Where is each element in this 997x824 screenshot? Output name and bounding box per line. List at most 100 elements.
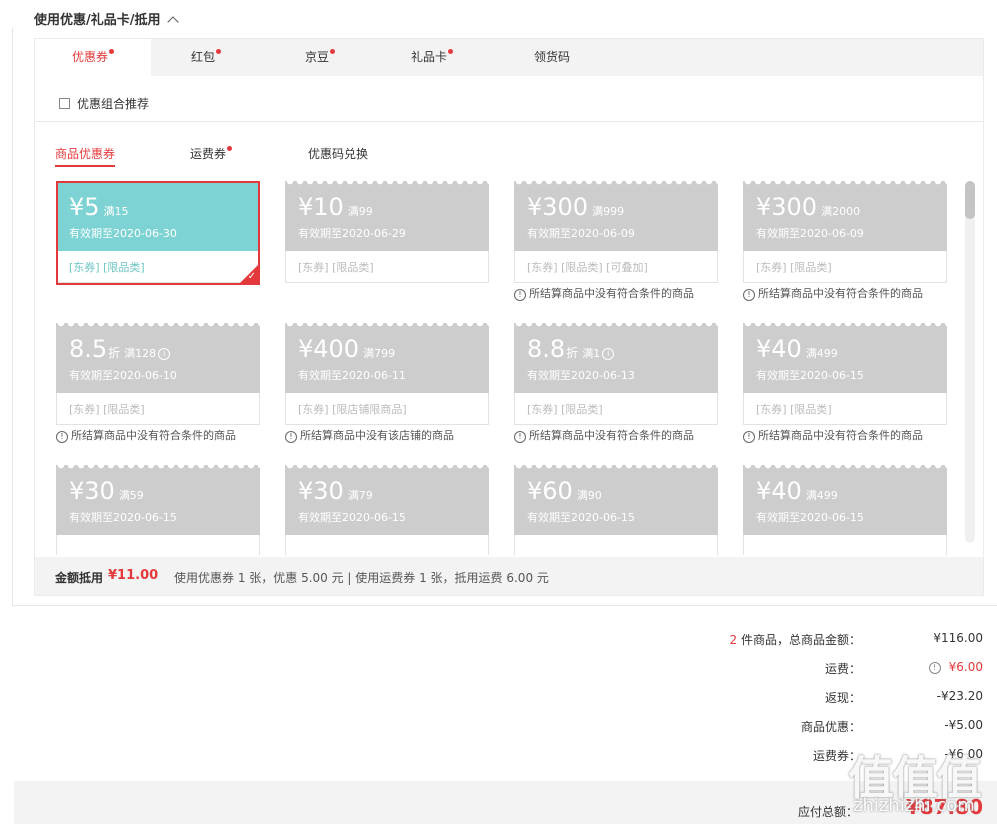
coupon-tags: [东券] [限店铺限商品] [298, 403, 407, 416]
coupon-card[interactable]: 8.8折 满1 i 有效期至2020-06-13 [东券] [限品类]! 所结算商品中没有… [514, 323, 718, 443]
coupon-card[interactable]: ¥40 满499 有效期至2020-06-15 [743, 465, 947, 555]
coupon-tags: [东券] [限品类] [可叠加] [527, 261, 648, 274]
coupon-face: ¥400 满799 有效期至2020-06-11 [285, 323, 489, 393]
chevron-up-icon[interactable] [166, 16, 179, 28]
coupon-footer: [东券] [限品类] [可叠加] [514, 251, 718, 283]
info-icon[interactable]: i [158, 348, 171, 360]
watermark: 值值值 zhizhizhi.com [848, 742, 997, 824]
warning-icon: ! [514, 289, 526, 301]
coupon-card[interactable]: ¥300 满999 有效期至2020-06-09 [东券] [限品类] [可叠加]! 所… [514, 181, 718, 301]
coupon-amount-value: ¥40 [756, 335, 802, 363]
selected-border [56, 181, 260, 285]
coupon-amount-value: ¥400 [298, 335, 360, 363]
reason-text: 所结算商品中没有符合条件的商品 [529, 287, 694, 300]
summary-desc: 使用优惠券 1 张，优惠 5.00 元 | 使用运费券 1 张，抵用运费 6.0… [174, 571, 549, 585]
coupon-tags: [东券] [限品类] [756, 261, 832, 274]
goods-label-text: 件商品，总商品金额： [740, 633, 861, 647]
coupon-validity: 有效期至2020-06-15 [298, 511, 406, 524]
coupon-threshold: 满799 [363, 347, 396, 360]
goods-count: 2 [729, 633, 738, 647]
coupon-validity: 有效期至2020-06-29 [298, 227, 406, 240]
coupon-footer [285, 535, 489, 555]
tab-label: 红包 [190, 50, 215, 64]
coupon-face: ¥300 满2000 有效期至2020-06-09 [743, 181, 947, 251]
coupon-face: ¥300 满999 有效期至2020-06-09 [514, 181, 718, 251]
tab-jingdou[interactable]: 京豆 [283, 39, 357, 76]
coupon-amount: ¥300 满999 [527, 193, 624, 221]
coupon-card[interactable]: ¥400 满799 有效期至2020-06-11 [东券] [限店铺限商品]! 所结算商… [285, 323, 489, 443]
shipping-label: 运费： [824, 662, 861, 676]
section-title[interactable]: 使用优惠/礼品卡/抵用 [34, 9, 179, 28]
section-title-text: 使用优惠/礼品卡/抵用 [34, 13, 161, 28]
coupon-face: ¥30 满79 有效期至2020-06-15 [285, 465, 489, 535]
coupon-card[interactable]: ¥30 满59 有效期至2020-06-15 [56, 465, 260, 555]
coupon-amount-value: ¥300 [756, 193, 818, 221]
coupon-face: ¥40 满499 有效期至2020-06-15 [743, 465, 947, 535]
coupon-amount: ¥30 满79 [298, 477, 373, 505]
tab-label: 京豆 [304, 50, 329, 64]
new-dot [216, 49, 221, 54]
coupon-threshold: 满999 [592, 205, 625, 218]
coupon-unavailable-reason: ! 所结算商品中没有符合条件的商品 [56, 427, 266, 443]
scrollbar[interactable] [965, 181, 975, 543]
coupon-footer [514, 535, 718, 555]
coupon-card[interactable]: 8.5折 满128 i 有效期至2020-06-10 [东券] [限品类]! 所结算商品中… [56, 323, 260, 443]
reason-text: 所结算商品中没有符合条件的商品 [758, 287, 923, 300]
coupon-amount-value: ¥60 [527, 477, 573, 505]
coupon-unavailable-reason: ! 所结算商品中没有符合条件的商品 [743, 427, 953, 443]
coupon-validity: 有效期至2020-06-15 [756, 511, 864, 524]
coupon-threshold: 满499 [805, 489, 838, 502]
coupon-card[interactable]: ¥300 满2000 有效期至2020-06-09 [东券] [限品类]! 所结算商品中… [743, 181, 947, 301]
coupon-face: 8.5折 满128 i 有效期至2020-06-10 [56, 323, 260, 393]
combo-recommend[interactable]: 优惠组合推荐 [59, 95, 149, 112]
combo-checkbox[interactable] [59, 98, 70, 109]
coupon-amount: ¥60 满90 [527, 477, 602, 505]
info-icon[interactable]: i [602, 348, 615, 360]
subtab-promo-code[interactable]: 优惠码兑换 [308, 145, 368, 162]
tab-redeem-code[interactable]: 领货码 [515, 39, 589, 76]
summary-amount: ¥11.00 [108, 568, 159, 583]
tab-coupons[interactable]: 优惠券 [35, 39, 151, 77]
coupon-card[interactable]: ¥10 满99 有效期至2020-06-29 [东券] [限品类] [285, 181, 489, 285]
coupon-card[interactable]: ¥30 满79 有效期至2020-06-15 [285, 465, 489, 555]
coupon-threshold: 满128 [124, 347, 157, 360]
coupon-validity: 有效期至2020-06-15 [69, 511, 177, 524]
coupon-card[interactable]: ¥60 满90 有效期至2020-06-15 [514, 465, 718, 555]
coupon-unavailable-reason: ! 所结算商品中没有该店铺的商品 [285, 427, 495, 443]
coupon-card[interactable]: ¥5 满15 有效期至2020-06-30 [东券] [限品类] ✓ [56, 181, 260, 285]
coupon-card[interactable]: ¥40 满499 有效期至2020-06-15 [东券] [限品类]! 所结算商品中没有… [743, 323, 947, 443]
coupon-threshold: 满1 [582, 347, 601, 360]
subtab-label: 运费券 [190, 147, 227, 161]
coupon-footer: [东券] [限品类] [743, 251, 947, 283]
discount-label: 商品优惠： [800, 720, 861, 734]
divider [12, 605, 997, 606]
subtab-label: 优惠码兑换 [308, 147, 369, 161]
shipping-value: ! ¥6.00 [928, 660, 983, 675]
coupon-amount-value: ¥10 [298, 193, 344, 221]
coupon-grid: ¥5 满15 有效期至2020-06-30 [东券] [限品类] ✓ ¥10 满99 有效期至… [35, 179, 983, 555]
coupon-validity: 有效期至2020-06-13 [527, 369, 635, 382]
coupon-face: ¥30 满59 有效期至2020-06-15 [56, 465, 260, 535]
coupon-discount-unit: 折 [566, 346, 579, 360]
warning-icon: ! [514, 431, 526, 443]
coupon-amount-value: ¥40 [756, 477, 802, 505]
subtab-goods-coupons[interactable]: 商品优惠券 [55, 145, 116, 167]
watermark-site: zhizhizhi.com [853, 795, 975, 816]
tab-red-packet[interactable]: 红包 [169, 39, 243, 76]
subtab-shipping-coupons[interactable]: 运费券 [190, 145, 233, 162]
coupon-validity: 有效期至2020-06-15 [756, 369, 864, 382]
cashback-label: 返现： [824, 691, 861, 705]
tab-label: 领货码 [533, 50, 570, 64]
reason-text: 所结算商品中没有符合条件的商品 [71, 429, 236, 442]
coupon-amount: ¥10 满99 [298, 193, 373, 221]
new-dot [109, 49, 114, 54]
info-icon[interactable]: ! [928, 662, 941, 674]
coupon-amount: 8.5折 满128 i [69, 335, 171, 363]
coupon-footer: [东券] [限品类] [743, 393, 947, 425]
tab-gift-card[interactable]: 礼品卡 [395, 39, 469, 76]
benefits-panel: 优惠券 红包 京豆 礼品卡 领货码 优惠组合推荐 商品优惠券 运费券 优惠码兑换… [34, 38, 984, 596]
coupon-amount-value: 8.5 [69, 335, 108, 363]
coupon-face: ¥60 满90 有效期至2020-06-15 [514, 465, 718, 535]
discount-summary: 金额抵用 ¥11.00 使用优惠券 1 张，优惠 5.00 元 | 使用运费券 … [35, 557, 983, 595]
scrollbar-thumb[interactable] [965, 181, 975, 219]
